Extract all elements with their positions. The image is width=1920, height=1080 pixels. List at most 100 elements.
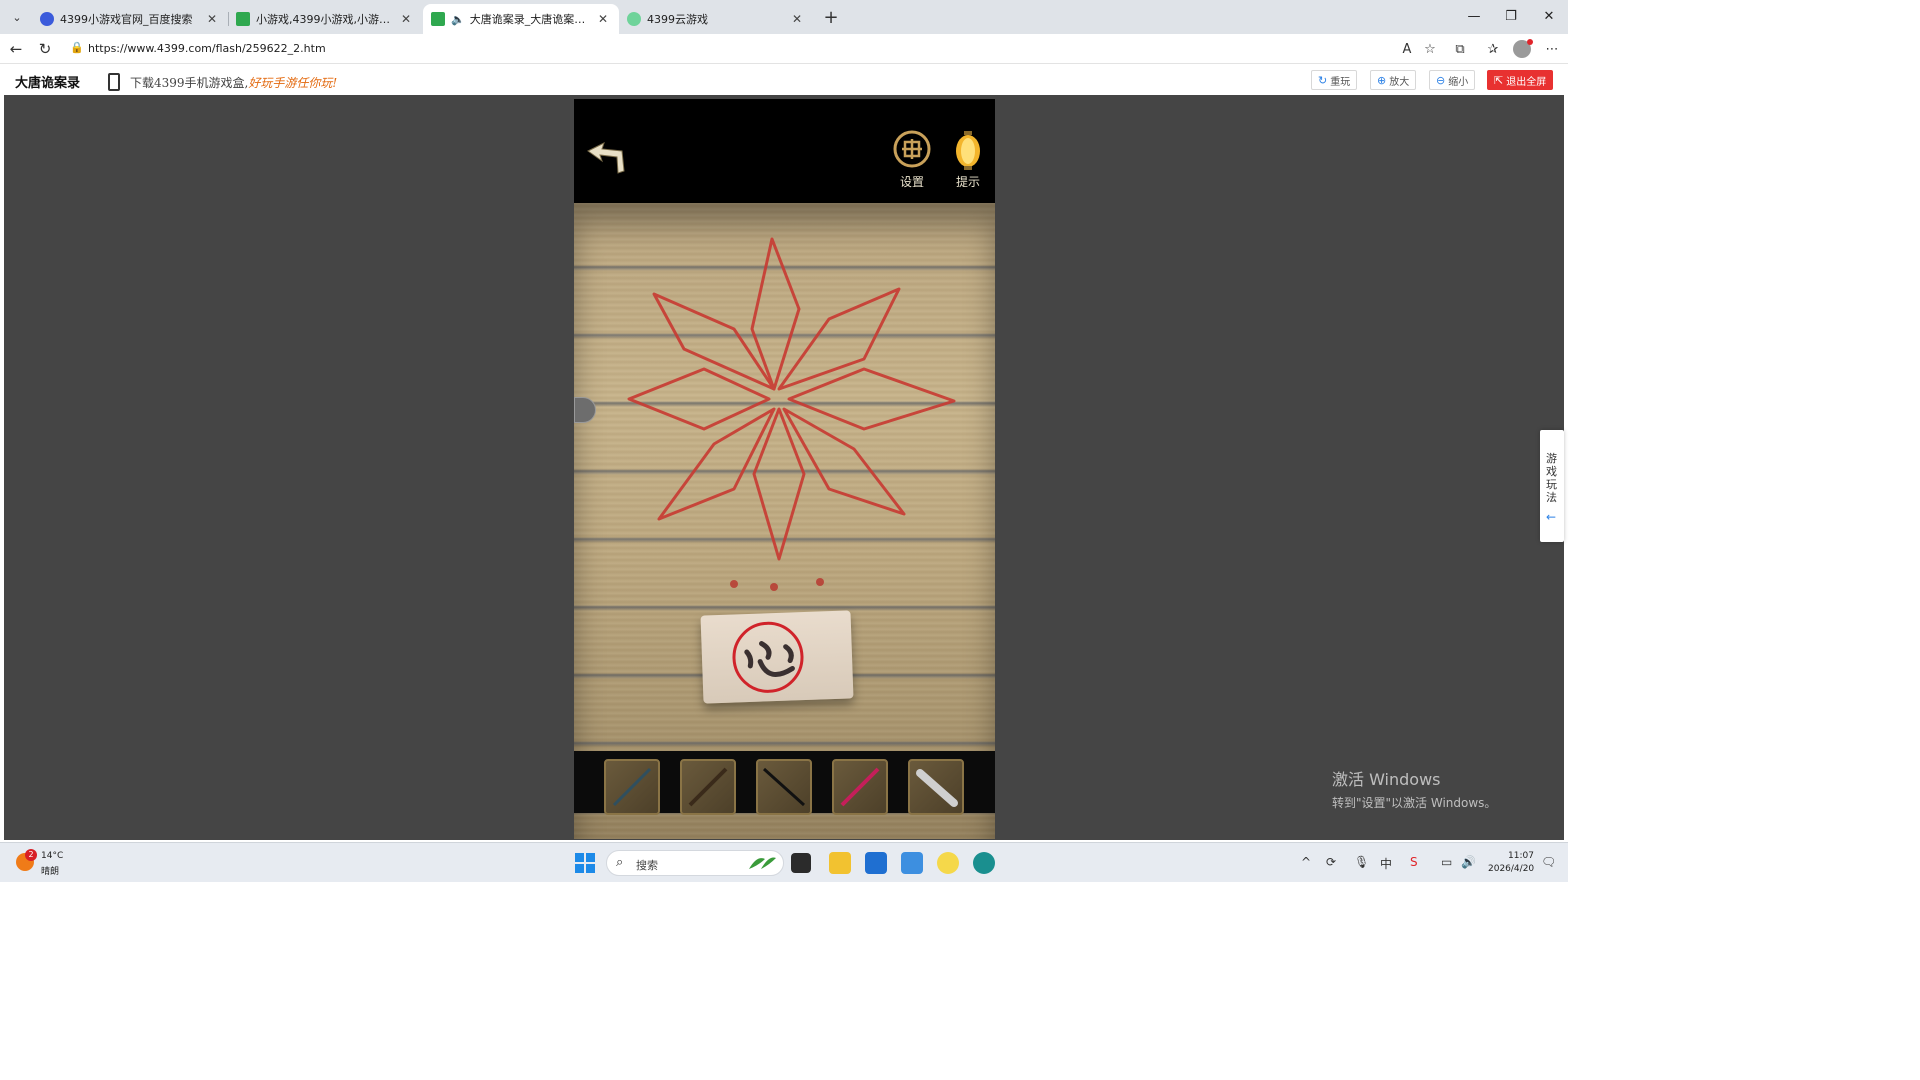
clock-date[interactable]: 2026/4/20 [1488,864,1534,874]
tab-4399-cloud[interactable]: 4399云游戏 ✕ [619,4,813,34]
browser-tab-bar: ⌄ 4399小游戏官网_百度搜索 ✕ 小游戏,4399小游戏,小游戏大全,双 ✕… [0,0,1568,34]
tab-title: 大唐诡案录_大唐诡案录html5 [469,13,591,26]
black-brush-icon [762,767,806,807]
settings-button[interactable]: 设置 [890,129,934,193]
microsoft-store-icon[interactable] [865,852,887,874]
file-explorer-icon[interactable] [829,852,851,874]
ink-stick-icon [916,769,958,807]
tray-network-icon[interactable]: ▭ [1441,855,1452,869]
inventory-slot-ink-stick[interactable] [908,759,964,815]
search-highlight-leaf-icon [749,857,776,869]
hint-label: 提示 [955,175,980,189]
game-guide-side-tab[interactable]: 游戏玩法 ← [1540,430,1564,542]
watermark-title: 激活 Windows [1332,770,1441,789]
more-menu-icon[interactable]: ⋯ [1541,38,1563,60]
inventory-slot-brush-black[interactable] [756,759,812,815]
zoom-out-button[interactable]: ⊖ 缩小 [1429,70,1476,90]
4399-favicon-icon [236,12,250,26]
exit-fullscreen-label: 退出全屏 [1506,76,1547,88]
tab-close-icon[interactable]: ✕ [398,12,414,26]
inventory-slot-brush-brown[interactable] [680,759,736,815]
replay-icon: ↻ [1318,73,1328,87]
zoom-out-icon: ⊖ [1436,73,1446,87]
new-tab-plus-icon[interactable]: + [820,6,842,28]
exit-fullscreen-button[interactable]: ⇱ 退出全屏 [1487,70,1554,90]
taskbar-search-box[interactable]: ⌕ 搜索 [606,850,784,876]
tab-title: 4399小游戏官网_百度搜索 [60,13,193,26]
refresh-icon[interactable]: ↻ [34,38,56,60]
tab-title: 4399云游戏 [647,13,708,26]
game-canvas[interactable]: 设置 提示 [574,99,995,839]
promo-link[interactable]: 下载4399手机游戏盒,好玩手游任你玩! [130,74,337,91]
game-title: 大唐诡案录 [15,76,81,91]
exit-icon: ⇱ [1494,73,1504,87]
tray-input-method-icon[interactable]: 中 [1380,855,1392,872]
zoom-in-label: 放大 [1389,76,1410,88]
window-close-icon[interactable]: ✕ [1535,5,1563,27]
url-field[interactable]: 🔒 https://www.4399.com/flash/259622_2.ht… [62,37,1452,61]
windows-start-icon[interactable] [575,853,595,873]
favorite-star-icon[interactable]: ☆ [1419,38,1441,60]
favorites-list-icon[interactable]: ✰ [1482,38,1504,60]
tray-app-icon[interactable]: S [1410,855,1418,869]
whiteboard-app-icon[interactable] [901,852,923,874]
4399-favicon-icon [431,12,445,26]
zoom-in-icon: ⊕ [1377,73,1387,87]
site-header: 大唐诡案录 下载4399手机游戏盒,好玩手游任你玩! ↻ 重玩 ⊕ 放大 ⊖ 缩… [0,65,1568,95]
profile-notification-dot [1527,39,1533,45]
edge-browser-icon[interactable] [973,852,995,874]
inventory-slot-brush-red[interactable] [832,759,888,815]
search-placeholder: 搜索 [636,859,658,872]
settings-label: 设置 [899,175,924,189]
cloud-game-favicon-icon [627,12,641,26]
red-flower-drawing [627,237,956,591]
windows-taskbar: 2 14°C 晴朗 ⌕ 搜索 ^ ⟳ 🎙 中 S ▭ 🔊 11:07 2026/… [0,842,1568,882]
hint-button[interactable]: 提示 [946,129,990,193]
game-app-icon[interactable] [937,852,959,874]
clock-time[interactable]: 11:07 [1508,851,1534,861]
weather-temperature: 14°C [41,851,64,861]
search-icon: ⌕ [616,855,624,870]
inventory-slot-brush-blue[interactable] [604,759,660,815]
minimize-icon[interactable]: — [1460,5,1488,27]
promo-text: 下载4399手机游戏盒, [130,76,249,90]
settings-emblem-icon [893,130,931,168]
heart-character-icon [732,621,804,693]
promo-highlight: 好玩手游任你玩! [248,76,338,90]
tab-baidu-search[interactable]: 4399小游戏官网_百度搜索 ✕ [32,4,228,34]
tab-close-icon[interactable]: ✕ [204,12,220,26]
baidu-favicon-icon [40,12,54,26]
restore-icon[interactable]: ❐ [1497,5,1525,27]
address-bar: ← ↻ 🔒 https://www.4399.com/flash/259622_… [0,34,1568,64]
tab-close-icon[interactable]: ✕ [595,12,611,26]
tray-volume-icon[interactable]: 🔊 [1461,855,1476,869]
task-view-icon[interactable] [791,853,811,873]
back-arrow-icon[interactable]: ← [5,38,27,60]
extensions-icon[interactable]: ⧉ [1449,38,1471,60]
back-arrow-icon[interactable] [584,137,628,177]
phone-icon [108,73,120,91]
watermark-subtitle: 转到"设置"以激活 Windows。 [1332,796,1497,810]
weather-badge: 2 [25,849,37,861]
tab-datang-game[interactable]: 🔈 大唐诡案录_大唐诡案录html5 ✕ [423,4,619,34]
tab-title: 小游戏,4399小游戏,小游戏大全,双 [256,13,394,26]
tray-sync-icon[interactable]: ⟳ [1326,855,1336,869]
speaker-icon[interactable]: 🔈 [451,13,465,26]
replay-button[interactable]: ↻ 重玩 [1311,70,1358,90]
arrow-left-icon: ← [1546,510,1557,524]
read-aloud-icon[interactable]: A [1396,38,1418,60]
lock-icon: 🔒 [70,41,84,54]
zoom-in-button[interactable]: ⊕ 放大 [1370,70,1417,90]
notification-center-icon[interactable]: 🗨 [1541,855,1556,869]
tab-close-icon[interactable]: ✕ [789,12,805,26]
windows-activation-watermark: 激活 Windows 转到"设置"以激活 Windows。 [1332,766,1496,811]
game-guide-label: 游戏玩法 [1546,452,1557,504]
red-brush-icon [840,767,880,807]
tray-chevron-up-icon[interactable]: ^ [1301,855,1311,869]
blue-brush-icon [612,767,652,807]
heart-character-paper[interactable] [700,610,854,704]
tray-microphone-icon[interactable]: 🎙 [1354,855,1369,869]
weather-description: 晴朗 [41,867,60,877]
tab-4399-games[interactable]: 小游戏,4399小游戏,小游戏大全,双 ✕ [228,4,422,34]
tab-list-chevron-icon[interactable]: ⌄ [6,6,28,28]
